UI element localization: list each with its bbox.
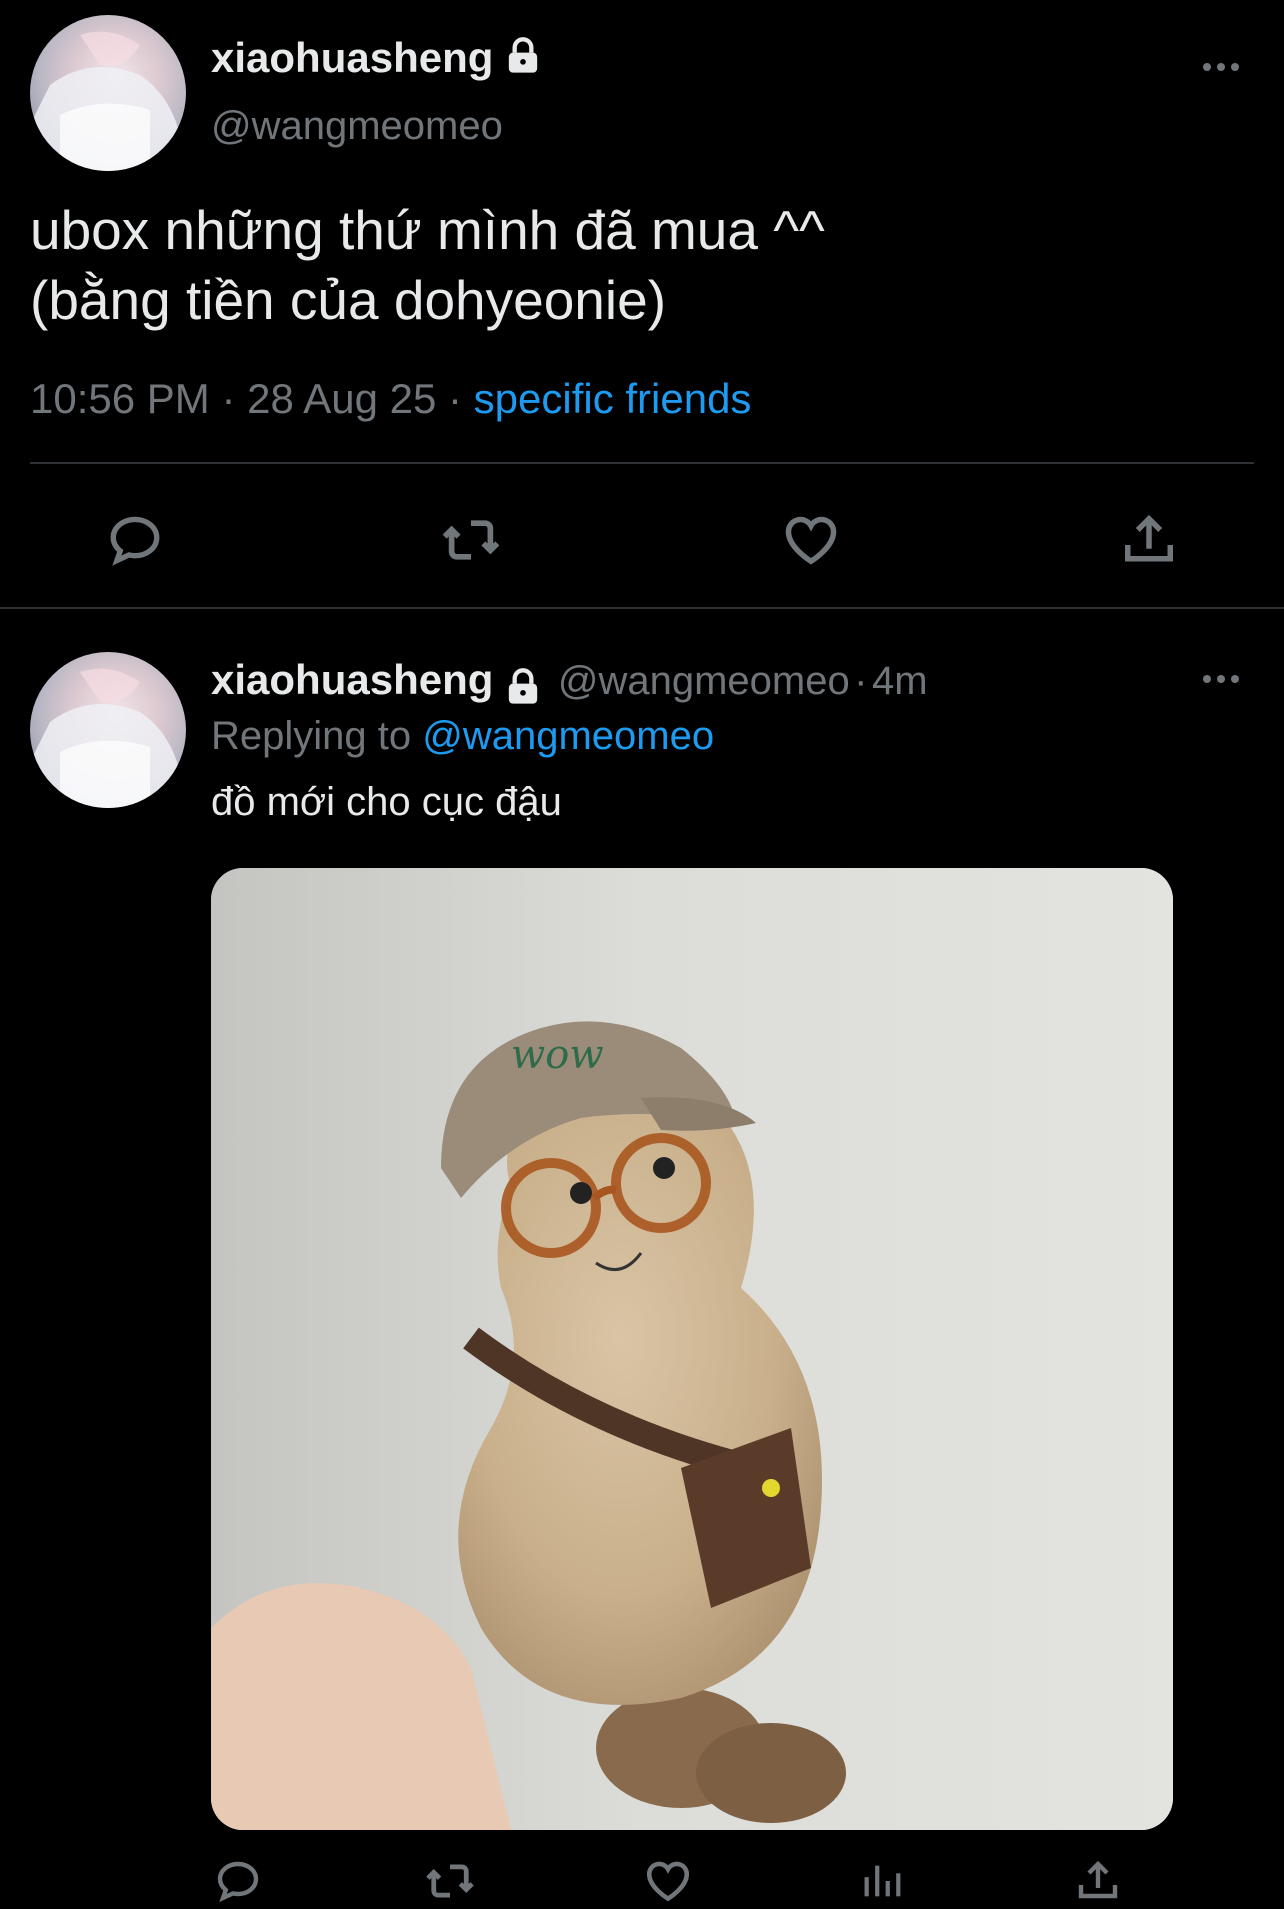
tweet-meta: 10:56 PM · 28 Aug 25 · specific friends: [30, 375, 751, 423]
lock-icon: [503, 667, 543, 712]
tweet-media-image[interactable]: wow: [211, 868, 1173, 1830]
avatar[interactable]: [30, 15, 186, 171]
tweet-time: 10:56 PM: [30, 375, 210, 422]
display-name[interactable]: xiaohuasheng: [211, 34, 543, 86]
display-name-text: xiaohuasheng: [211, 34, 494, 81]
audience-link[interactable]: specific friends: [474, 375, 752, 422]
tweet-text: ubox những thứ mình đã mua ^^ (bằng tiền…: [30, 195, 825, 335]
section-divider: [0, 607, 1284, 609]
meta-separator: ·: [447, 375, 462, 422]
tweet-text-line1: ubox những thứ mình đã mua ^^: [30, 199, 825, 261]
heart-icon[interactable]: [776, 505, 846, 575]
tweet-date: 28 Aug 25: [247, 375, 437, 422]
more-icon[interactable]: [1203, 63, 1239, 71]
reply-separator: ·: [854, 659, 868, 703]
reply-text: đồ mới cho cục đậu: [211, 780, 562, 824]
replying-prefix: Replying to: [211, 714, 412, 758]
lock-icon: [503, 36, 543, 86]
meta-separator: ·: [221, 375, 236, 422]
retweet-icon[interactable]: [436, 505, 506, 575]
svg-text:wow: wow: [511, 1032, 604, 1078]
reply-icon[interactable]: [210, 1853, 266, 1909]
reply-more-icon[interactable]: [1203, 675, 1239, 683]
views-icon[interactable]: [854, 1853, 910, 1909]
replying-to-link[interactable]: @wangmeomeo: [422, 714, 714, 758]
tweet-text-line2: (bằng tiền của dohyeonie): [30, 269, 667, 331]
handle[interactable]: @wangmeomeo: [211, 104, 503, 149]
reply-display-name[interactable]: xiaohuasheng: [211, 656, 493, 703]
replying-to: Replying to @wangmeomeo: [211, 714, 714, 759]
share-icon[interactable]: [1114, 505, 1184, 575]
reply-icon[interactable]: [100, 505, 170, 575]
reply-age: 4m: [871, 659, 928, 703]
divider: [30, 462, 1254, 464]
share-icon[interactable]: [1070, 1853, 1126, 1909]
reply-avatar[interactable]: [30, 652, 186, 808]
reply-handle[interactable]: @wangmeomeo: [558, 659, 850, 703]
heart-icon[interactable]: [640, 1853, 696, 1909]
reply-header: xiaohuasheng @wangmeomeo · 4m: [211, 656, 928, 712]
retweet-icon[interactable]: [422, 1853, 478, 1909]
